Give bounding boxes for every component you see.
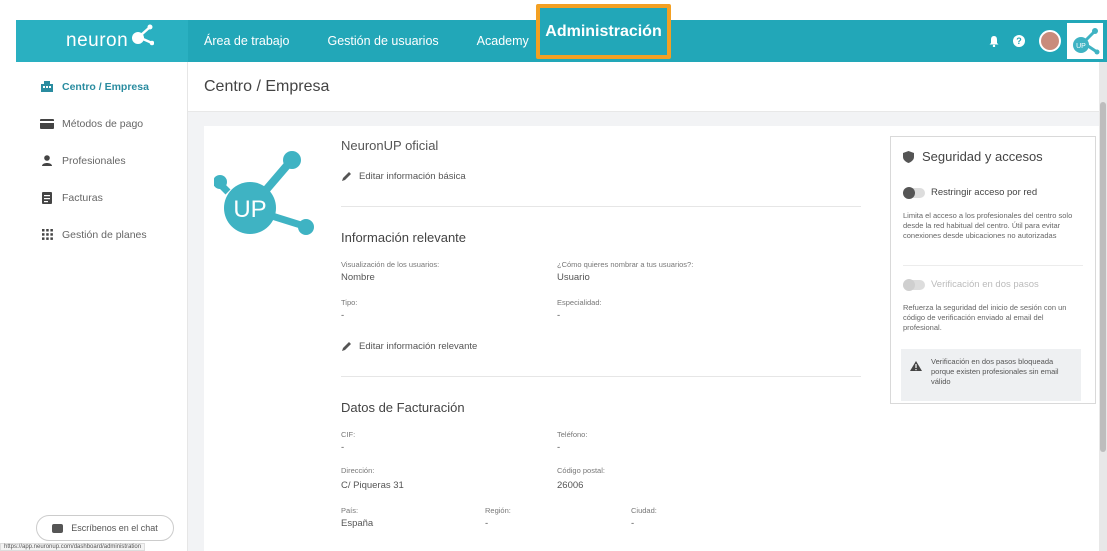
field-value: C/ Piqueras 31: [341, 480, 404, 491]
svg-text:UP: UP: [233, 196, 266, 223]
building-icon: [40, 81, 54, 93]
header-icons: ? UP: [989, 20, 1107, 62]
edit-relevant-info-link[interactable]: Editar información relevante: [341, 340, 477, 352]
svg-text:UP: UP: [1076, 43, 1086, 50]
sidebar-item-label: Métodos de pago: [62, 117, 144, 130]
edit-relevant-info-label: Editar información relevante: [359, 340, 478, 352]
nav-administracion[interactable]: Administración: [536, 4, 671, 59]
sidebar-item-facturas[interactable]: Facturas: [16, 179, 187, 216]
field-label: ¿Cómo quieres nombrar a tus usuarios?:: [557, 260, 694, 269]
nav-gestion-usuarios[interactable]: Gestión de usuarios: [327, 34, 438, 48]
restrict-network-toggle[interactable]: [903, 186, 925, 199]
twofa-warning-text: Verificación en dos pasos bloqueada porq…: [931, 357, 1059, 386]
center-card: UP NeuronUP oficial Editar información b…: [204, 126, 1100, 551]
neuronup-logo-icon: UP: [214, 151, 314, 235]
field-value: -: [557, 310, 561, 321]
twofa-toggle[interactable]: [903, 278, 925, 291]
twofa-toggle-row: Verificación en dos pasos: [903, 278, 1039, 291]
twofa-label: Verificación en dos pasos: [931, 279, 1039, 290]
relevant-info-title: Información relevante: [341, 230, 467, 245]
nav-administracion-label: Administración: [545, 22, 662, 40]
field-value: Usuario: [557, 272, 590, 283]
help-icon[interactable]: ?: [1013, 35, 1025, 47]
logo-text: neuron: [66, 30, 129, 51]
status-url: https://app.neuronup.com/dashboard/admin…: [0, 543, 146, 551]
sidebar-item-label: Gestión de planes: [62, 228, 147, 241]
grid-icon: [40, 229, 54, 241]
divider: [341, 206, 861, 207]
neuron-logo-icon: [132, 24, 155, 46]
up-mark-icon: UP: [1073, 28, 1100, 55]
restrict-network-label: Restringir acceso por red: [931, 187, 1038, 198]
main-content: Centro / Empresa UP NeuronUP oficial Edi…: [188, 62, 1107, 551]
restrict-network-description: Limita el acceso a los profesionales del…: [903, 211, 1073, 240]
field-value: -: [557, 442, 561, 453]
brand-logo[interactable]: neuron: [16, 20, 188, 62]
chat-label: Escríbenos en el chat: [71, 523, 158, 533]
restrict-network-toggle-row: Restringir acceso por red: [903, 186, 1038, 199]
field-label: Teléfono:: [557, 430, 588, 439]
divider: [341, 376, 861, 377]
field-label: Código postal:: [557, 466, 605, 475]
shield-icon: [903, 150, 914, 163]
field-value: -: [631, 518, 635, 529]
edit-basic-info-link[interactable]: Editar información básica: [341, 170, 466, 182]
field-label: Ciudad:: [631, 506, 657, 515]
avatar[interactable]: [1039, 30, 1061, 52]
field-label: CIF:: [341, 430, 356, 439]
top-bar: neuron Área de trabajo Gestión de usuari…: [16, 4, 1107, 62]
scrollbar-thumb[interactable]: [1100, 102, 1106, 452]
field-value: 26006: [557, 480, 584, 491]
chat-icon: [52, 523, 64, 533]
field-value: Nombre: [341, 272, 375, 283]
security-title-label: Seguridad y accesos: [922, 149, 1043, 164]
sidebar-item-profesionales[interactable]: Profesionales: [16, 142, 187, 179]
sidebar-item-label: Facturas: [62, 191, 103, 204]
org-name: NeuronUP oficial: [341, 138, 439, 153]
security-panel: Seguridad y accesos Restringir acceso po…: [890, 136, 1096, 404]
main-nav: Área de trabajo Gestión de usuarios Acad…: [204, 20, 567, 62]
sidebar-item-centro-empresa[interactable]: Centro / Empresa: [16, 68, 187, 105]
credit-card-icon: [40, 118, 54, 130]
field-label: Especialidad:: [557, 298, 602, 307]
person-icon: [40, 155, 54, 167]
divider: [903, 265, 1083, 266]
sidebar-item-metodos-pago[interactable]: Métodos de pago: [16, 105, 187, 142]
sidebar-item-gestion-planes[interactable]: Gestión de planes: [16, 216, 187, 253]
page-header: Centro / Empresa: [188, 62, 1107, 112]
security-title: Seguridad y accesos: [903, 149, 1043, 164]
field-value: -: [485, 518, 489, 529]
page-scrollbar[interactable]: [1099, 62, 1107, 551]
page-title: Centro / Empresa: [204, 77, 330, 95]
field-label: Visualización de los usuarios:: [341, 260, 440, 269]
nav-area-trabajo[interactable]: Área de trabajo: [204, 34, 289, 48]
nav-academy[interactable]: Academy: [477, 34, 529, 48]
edit-basic-info-label: Editar información básica: [359, 170, 466, 182]
bell-icon[interactable]: [989, 35, 999, 47]
field-label: Región:: [485, 506, 511, 515]
chat-button[interactable]: Escríbenos en el chat: [36, 515, 174, 541]
field-value: España: [341, 518, 374, 529]
sidebar-item-label: Centro / Empresa: [62, 80, 149, 93]
field-value: -: [341, 442, 345, 453]
field-label: País:: [341, 506, 359, 515]
document-icon: [40, 191, 54, 204]
field-label: Tipo:: [341, 298, 358, 307]
up-logo[interactable]: UP: [1067, 23, 1103, 59]
pencil-icon: [342, 342, 351, 351]
billing-title: Datos de Facturación: [341, 400, 465, 415]
pencil-icon: [342, 172, 351, 181]
warning-icon: [910, 361, 922, 371]
field-value: -: [341, 310, 345, 321]
field-label: Dirección:: [341, 466, 375, 475]
sidebar: Centro / Empresa Métodos de pago Profesi…: [16, 62, 188, 551]
twofa-warning: Verificación en dos pasos bloqueada porq…: [901, 349, 1081, 401]
sidebar-item-label: Profesionales: [62, 154, 126, 167]
twofa-description: Refuerza la seguridad del inicio de sesi…: [903, 303, 1067, 332]
